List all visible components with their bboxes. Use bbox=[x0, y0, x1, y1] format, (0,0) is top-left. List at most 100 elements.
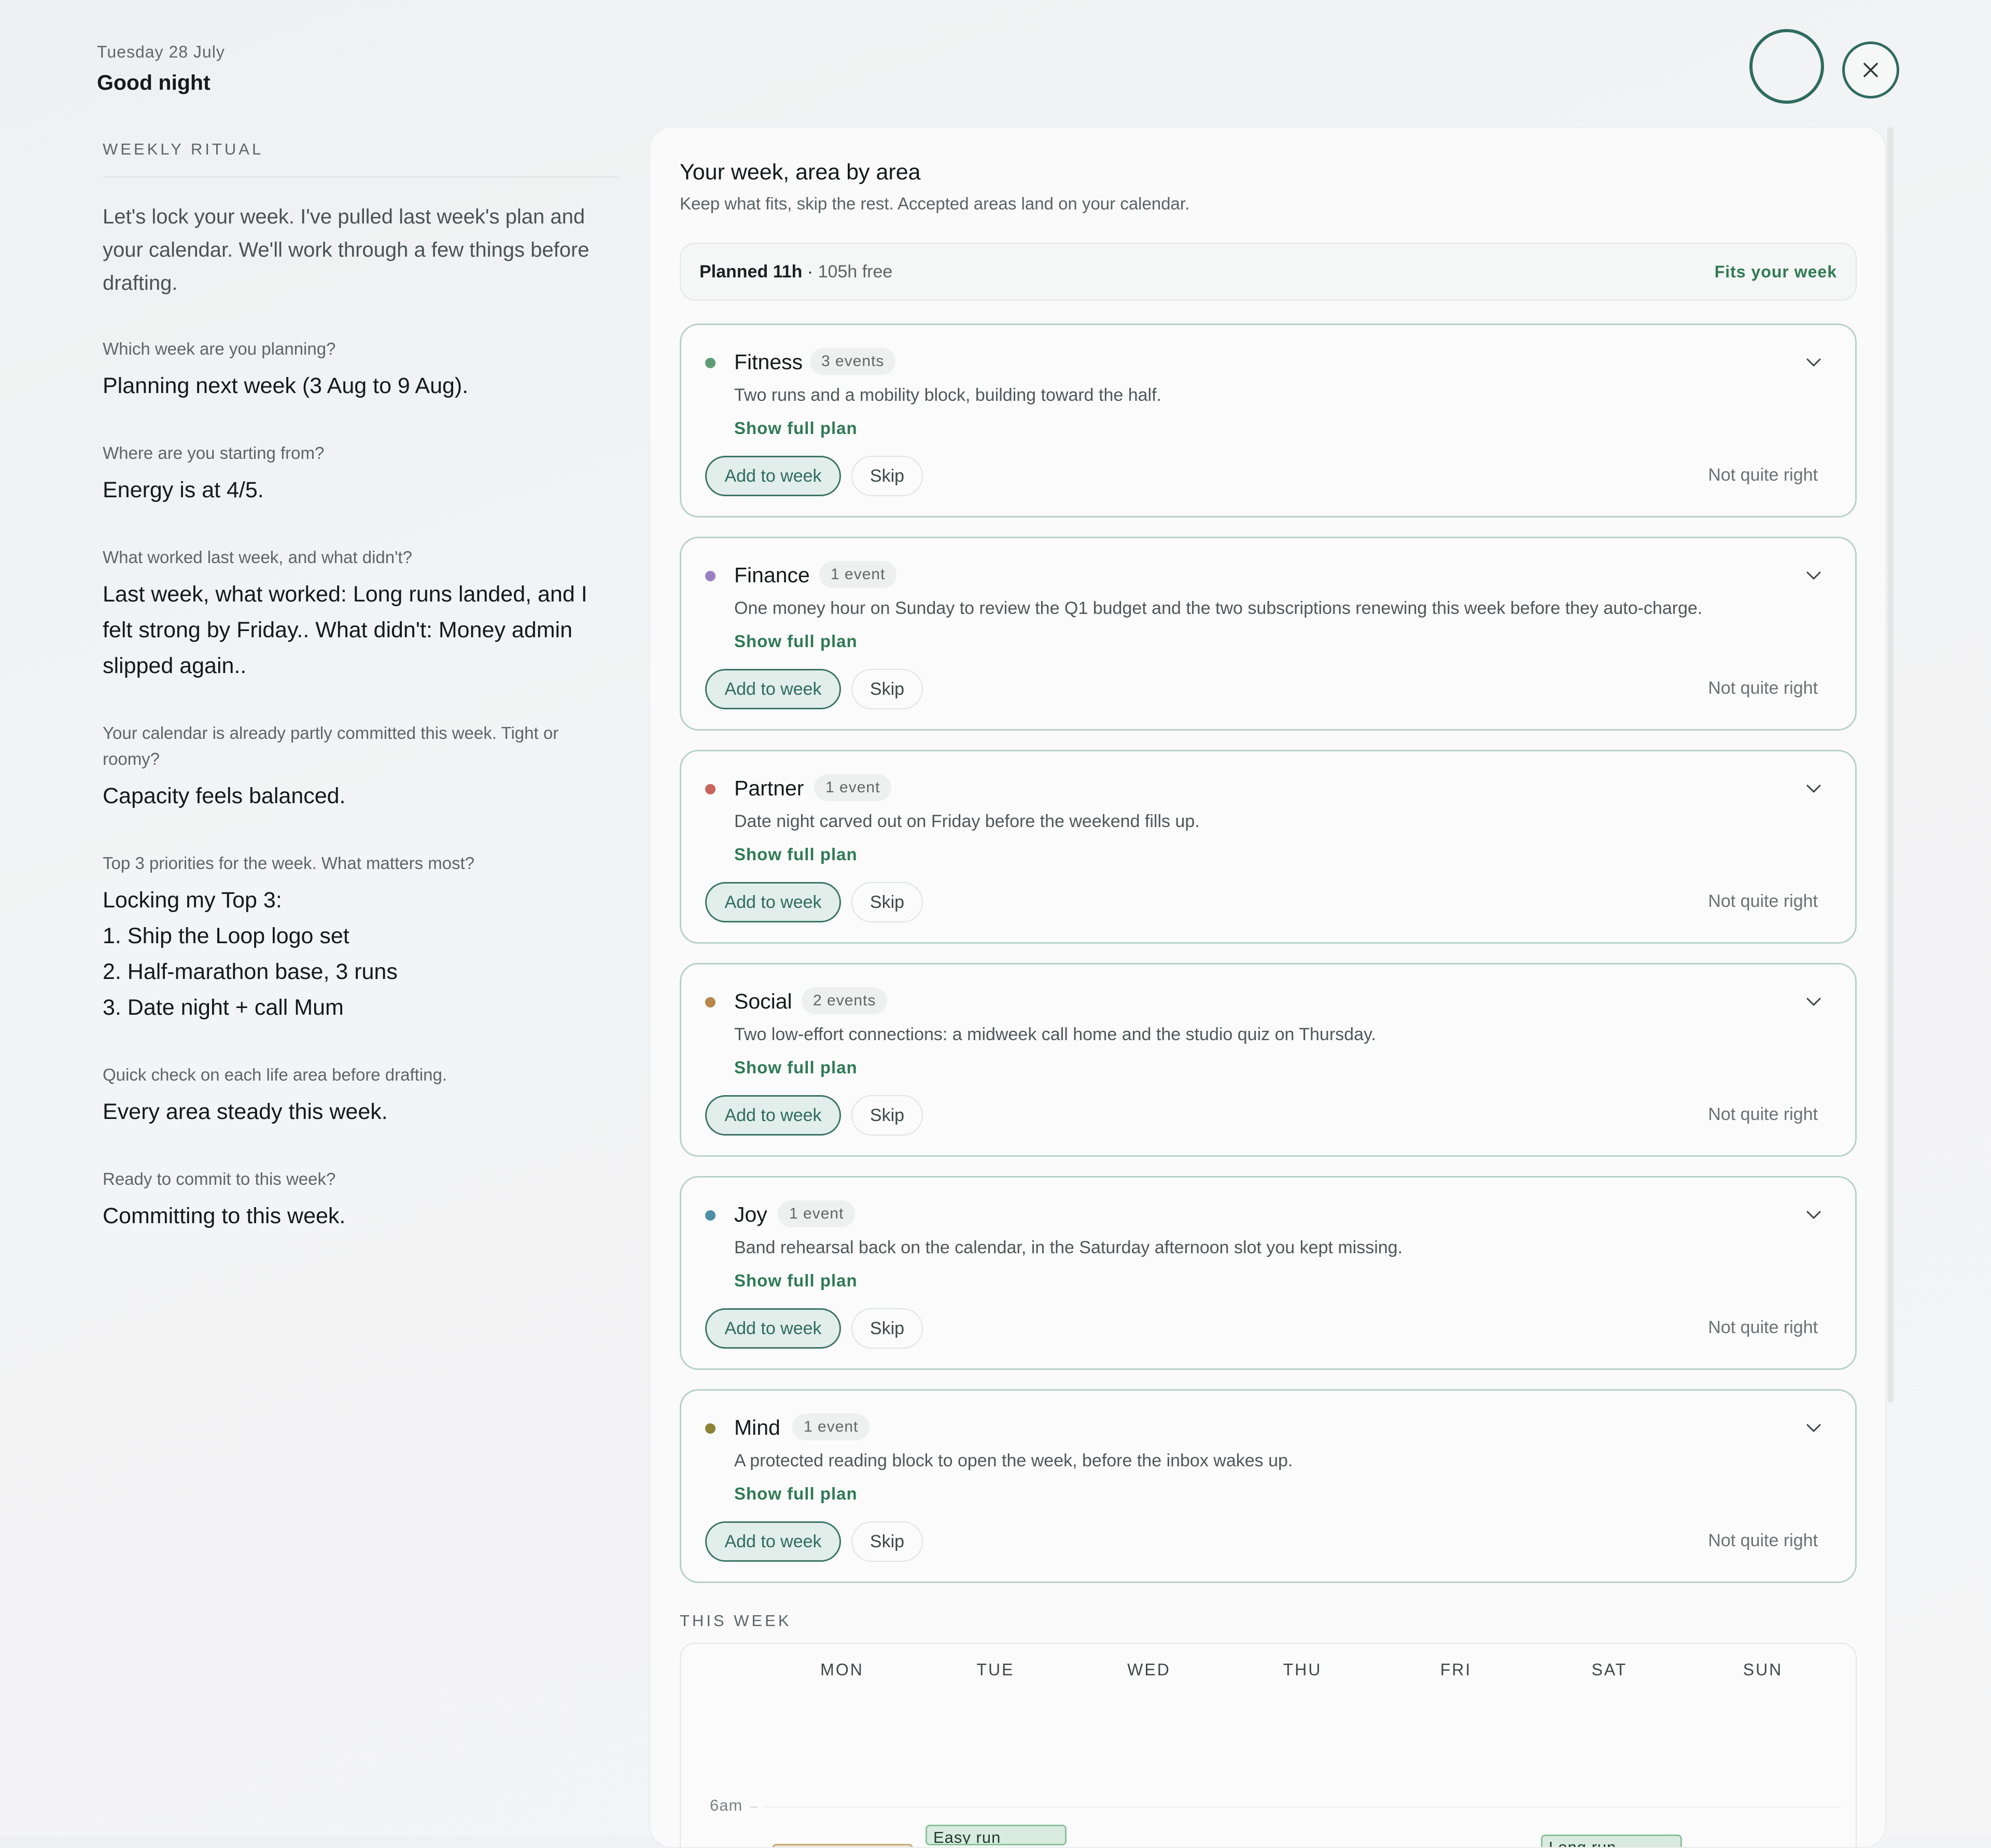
event-count-badge: 3 events bbox=[810, 348, 896, 375]
not-quite-right-link[interactable]: Not quite right bbox=[1708, 1104, 1818, 1125]
planned-hours: Planned 11h · 105h free bbox=[699, 262, 892, 282]
answer: Capacity feels balanced. bbox=[103, 783, 346, 808]
this-week-label: THIS WEEK bbox=[680, 1612, 792, 1630]
day-header-sun: SUN bbox=[1743, 1660, 1783, 1679]
add-to-week-button[interactable]: Add to week bbox=[705, 669, 841, 709]
show-full-plan-link[interactable]: Show full plan bbox=[734, 632, 858, 651]
question: What worked last week, and what didn't? bbox=[103, 548, 412, 567]
panel-subtitle: Keep what fits, skip the rest. Accepted … bbox=[680, 194, 1190, 213]
area-card-fitness: Fitness 3 events Two runs and a mobility b… bbox=[680, 324, 1857, 517]
area-name: Fitness bbox=[734, 350, 803, 374]
show-full-plan-link[interactable]: Show full plan bbox=[734, 1484, 858, 1504]
week-plan-panel: Your week, area by area Keep what fits, … bbox=[649, 127, 1886, 1848]
add-to-week-button[interactable]: Add to week bbox=[705, 456, 841, 496]
area-description: Two low-effort connections: a midweek ca… bbox=[734, 1025, 1376, 1044]
chevron-down-icon[interactable] bbox=[1804, 779, 1823, 798]
qa-item: Which week are you planning? Planning ne… bbox=[103, 336, 619, 404]
area-description: One money hour on Sunday to review the Q… bbox=[734, 598, 1703, 618]
not-quite-right-link[interactable]: Not quite right bbox=[1708, 465, 1818, 485]
area-color-dot bbox=[705, 784, 716, 794]
answer: Committing to this week. bbox=[103, 1203, 346, 1228]
area-color-dot bbox=[705, 358, 716, 368]
calendar-event[interactable]: Reading: dee... bbox=[772, 1844, 913, 1847]
scrollbar[interactable] bbox=[1887, 127, 1894, 1403]
ritual-transcript: WEEKLY RITUAL Let's lock your week. I've… bbox=[103, 140, 619, 1234]
answer-line: Locking my Top 3: bbox=[103, 888, 282, 913]
answer-line: 3. Date night + call Mum bbox=[103, 995, 344, 1020]
add-to-week-button[interactable]: Add to week bbox=[705, 882, 841, 922]
qa-item: Your calendar is already partly committe… bbox=[103, 720, 619, 814]
planned-separator: · bbox=[802, 261, 818, 282]
calendar-event[interactable]: Long run bbox=[1541, 1835, 1682, 1847]
panel-title: Your week, area by area bbox=[680, 160, 921, 185]
area-name: Mind bbox=[734, 1416, 780, 1439]
planned-total: Planned 11h bbox=[699, 261, 803, 282]
question: Where are you starting from? bbox=[103, 443, 325, 463]
qa-item: Ready to commit to this week? Committing… bbox=[103, 1166, 619, 1234]
not-quite-right-link[interactable]: Not quite right bbox=[1708, 678, 1818, 698]
answer: Locking my Top 3: 1. Ship the Loop logo … bbox=[103, 883, 619, 1026]
show-full-plan-link[interactable]: Show full plan bbox=[734, 845, 858, 864]
area-description: Two runs and a mobility block, building … bbox=[734, 385, 1162, 405]
close-icon bbox=[1863, 63, 1878, 77]
question: Your calendar is already partly committe… bbox=[103, 723, 559, 768]
chevron-down-icon[interactable] bbox=[1804, 566, 1823, 585]
day-header-mon: MON bbox=[820, 1660, 864, 1679]
not-quite-right-link[interactable]: Not quite right bbox=[1708, 891, 1818, 912]
question: Quick check on each life area before dra… bbox=[103, 1065, 447, 1084]
day-header-sat: SAT bbox=[1591, 1660, 1628, 1679]
day-header-fri: FRI bbox=[1440, 1660, 1472, 1679]
time-label: 6am bbox=[710, 1796, 743, 1814]
skip-button[interactable]: Skip bbox=[851, 882, 923, 922]
calendar-event[interactable]: Easy run bbox=[926, 1825, 1067, 1845]
question: Ready to commit to this week? bbox=[103, 1169, 336, 1188]
skip-button[interactable]: Skip bbox=[851, 1095, 923, 1136]
show-full-plan-link[interactable]: Show full plan bbox=[734, 418, 858, 438]
not-quite-right-link[interactable]: Not quite right bbox=[1708, 1531, 1818, 1551]
skip-button[interactable]: Skip bbox=[851, 1521, 923, 1562]
area-color-dot bbox=[705, 997, 716, 1007]
greeting: Good night bbox=[97, 71, 211, 94]
show-full-plan-link[interactable]: Show full plan bbox=[734, 1058, 858, 1077]
event-count-badge: 1 event bbox=[814, 774, 892, 801]
answer-line: 2. Half-marathon base, 3 runs bbox=[103, 959, 398, 984]
voice-orb-button[interactable] bbox=[1749, 29, 1824, 104]
area-card-finance: Finance 1 event One money hour on Sunday t… bbox=[680, 537, 1857, 731]
event-count-badge: 1 event bbox=[819, 561, 897, 588]
area-color-dot bbox=[705, 1210, 716, 1221]
chevron-down-icon[interactable] bbox=[1804, 1206, 1823, 1224]
time-tick bbox=[750, 1807, 758, 1808]
area-card-social: Social 2 events Two low-effort connections… bbox=[680, 963, 1857, 1157]
answer: Every area steady this week. bbox=[103, 1099, 388, 1124]
area-description: Date night carved out on Friday before t… bbox=[734, 811, 1200, 831]
add-to-week-button[interactable]: Add to week bbox=[705, 1308, 841, 1349]
chevron-down-icon[interactable] bbox=[1804, 992, 1823, 1011]
add-to-week-button[interactable]: Add to week bbox=[705, 1521, 841, 1562]
area-description: Band rehearsal back on the calendar, in … bbox=[734, 1238, 1403, 1257]
area-card-partner: Partner 1 event Date night carved out on F… bbox=[680, 750, 1857, 944]
qa-item: What worked last week, and what didn't? … bbox=[103, 544, 619, 684]
chevron-down-icon[interactable] bbox=[1804, 1419, 1823, 1437]
question: Top 3 priorities for the week. What matt… bbox=[103, 853, 475, 873]
area-name: Partner bbox=[734, 776, 804, 800]
skip-button[interactable]: Skip bbox=[851, 669, 923, 709]
add-to-week-button[interactable]: Add to week bbox=[705, 1095, 841, 1136]
not-quite-right-link[interactable]: Not quite right bbox=[1708, 1318, 1818, 1338]
fit-status: Fits your week bbox=[1714, 262, 1837, 281]
chevron-down-icon[interactable] bbox=[1804, 353, 1823, 372]
area-card-joy: Joy 1 event Band rehearsal back on the cal… bbox=[680, 1176, 1857, 1370]
skip-button[interactable]: Skip bbox=[851, 456, 923, 496]
qa-item: Quick check on each life area before dra… bbox=[103, 1062, 619, 1130]
area-description: A protected reading block to open the we… bbox=[734, 1451, 1293, 1471]
day-header-tue: TUE bbox=[976, 1660, 1015, 1679]
close-button[interactable] bbox=[1842, 41, 1899, 99]
area-card-mind: Mind 1 event A protected reading block to … bbox=[680, 1389, 1857, 1583]
area-name: Joy bbox=[734, 1202, 767, 1226]
section-title: WEEKLY RITUAL bbox=[103, 140, 619, 177]
show-full-plan-link[interactable]: Show full plan bbox=[734, 1271, 858, 1291]
area-color-dot bbox=[705, 571, 716, 581]
skip-button[interactable]: Skip bbox=[851, 1308, 923, 1349]
answer: Energy is at 4/5. bbox=[103, 478, 264, 502]
area-name: Finance bbox=[734, 563, 810, 587]
date-label: Tuesday 28 July bbox=[97, 43, 225, 61]
